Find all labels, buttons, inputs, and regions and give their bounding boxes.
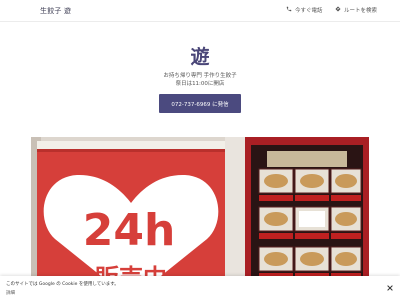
close-icon <box>387 276 393 295</box>
business-name-heading: 遊 <box>190 46 210 68</box>
call-phone-button[interactable]: 072-737-6969 に発信 <box>159 94 241 113</box>
directions-icon <box>335 6 341 14</box>
site-title[interactable]: 生餃子 遊 <box>40 6 71 16</box>
business-tagline: お持ち帰り専門 手作り生餃子 <box>163 73 237 79</box>
call-now-label: 今すぐ電話 <box>295 8 323 14</box>
directions-button[interactable]: ルートを検索 <box>335 6 377 14</box>
cookie-details-link[interactable]: 詳細 <box>6 290 15 296</box>
cookie-notice-text: このサイトでは Google の Cookie を使用しています。 <box>6 282 119 287</box>
banner-24h-text: 24h <box>83 205 176 256</box>
cookie-close-button[interactable] <box>386 281 394 291</box>
business-hours-note: 祭日は11:00に開店 <box>175 81 225 87</box>
call-now-button[interactable]: 今すぐ電話 <box>286 6 323 14</box>
phone-icon <box>286 6 292 14</box>
site-header: 生餃子 遊 今すぐ電話 ルートを検索 <box>0 0 400 22</box>
cookie-banner: このサイトでは Google の Cookie を使用しています。 詳細 <box>0 276 400 300</box>
directions-label: ルートを検索 <box>344 8 378 14</box>
